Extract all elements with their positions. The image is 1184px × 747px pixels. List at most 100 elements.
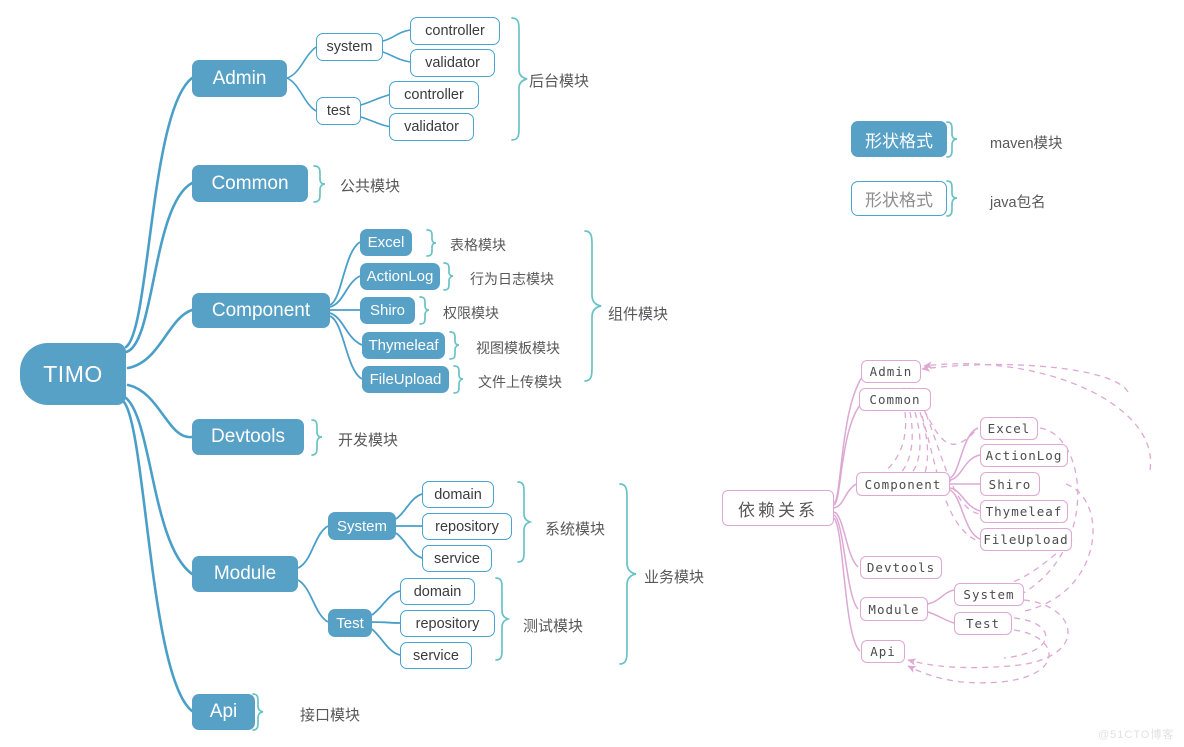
annotation-test: 测试模块	[523, 615, 583, 636]
dependency-node-common-label: Common	[869, 392, 921, 407]
annotation-api: 接口模块	[300, 704, 360, 725]
dependency-node-fileupload[interactable]: FileUpload	[980, 528, 1072, 551]
package-node-admin-system-controller-label: controller	[425, 23, 485, 39]
root-node-timo[interactable]: TIMO	[20, 343, 126, 405]
annotation-actionlog-text: 行为日志模块	[470, 271, 554, 287]
branch-node-component-fileupload-label: FileUpload	[369, 371, 442, 388]
branch-node-admin-label: Admin	[212, 67, 267, 89]
branch-node-module-test[interactable]: Test	[328, 609, 372, 637]
package-node-admin-test-label: test	[326, 103, 351, 119]
branch-node-component-shiro[interactable]: Shiro	[360, 297, 415, 324]
annotation-fileupload: 文件上传模块	[478, 372, 562, 392]
package-node-system-service[interactable]: service	[422, 545, 492, 572]
branch-node-devtools[interactable]: Devtools	[192, 419, 304, 455]
package-node-test-service-label: service	[413, 647, 459, 664]
package-node-admin-test-controller-label: controller	[404, 87, 464, 103]
package-node-test-repository[interactable]: repository	[400, 610, 495, 637]
annotation-actionlog: 行为日志模块	[470, 269, 554, 289]
package-node-test-repository-label: repository	[415, 615, 480, 632]
dependency-node-devtools[interactable]: Devtools	[860, 556, 942, 579]
legend-sample-maven: 形状格式	[851, 121, 947, 157]
package-node-system-repository-label: repository	[435, 518, 499, 535]
dependency-node-common[interactable]: Common	[859, 388, 931, 411]
annotation-common-text: 公共模块	[340, 178, 401, 195]
dependency-node-thymeleaf-label: Thymeleaf	[985, 504, 1063, 519]
branch-node-common[interactable]: Common	[192, 165, 308, 202]
branch-node-component-shiro-label: Shiro	[369, 302, 406, 319]
package-node-admin-system-validator[interactable]: validator	[410, 49, 495, 77]
package-node-admin-test-validator[interactable]: validator	[389, 113, 474, 141]
annotation-fileupload-text: 文件上传模块	[478, 374, 562, 390]
package-node-admin-system-label: system	[326, 39, 373, 55]
annotation-excel: 表格模块	[450, 235, 506, 255]
annotation-api-text: 接口模块	[300, 707, 361, 724]
package-node-test-domain-label: domain	[413, 583, 462, 600]
legend-label-package: java包名	[990, 191, 1046, 212]
branch-node-component-excel[interactable]: Excel	[360, 229, 412, 256]
package-node-admin-test[interactable]: test	[316, 97, 361, 125]
legend-label-package-text: java包名	[990, 195, 1046, 211]
dependency-node-test[interactable]: Test	[954, 612, 1012, 635]
annotation-system: 系统模块	[545, 518, 605, 539]
branch-node-api[interactable]: Api	[192, 694, 255, 730]
legend-label-maven-text: maven模块	[990, 136, 1063, 152]
dependency-node-api-label: Api	[870, 644, 896, 659]
dependency-node-thymeleaf[interactable]: Thymeleaf	[980, 500, 1068, 523]
annotation-module: 业务模块	[644, 566, 704, 587]
root-node-label: TIMO	[43, 360, 103, 387]
package-node-system-domain[interactable]: domain	[422, 481, 494, 508]
package-node-system-service-label: service	[434, 550, 480, 567]
dependency-node-fileupload-label: FileUpload	[983, 532, 1069, 547]
branch-node-common-label: Common	[211, 172, 289, 194]
dependency-node-module-label: Module	[868, 601, 920, 617]
component-child-lines	[329, 241, 363, 380]
dependency-node-devtools-label: Devtools	[866, 560, 936, 575]
package-node-test-service[interactable]: service	[400, 642, 472, 669]
annotation-system-text: 系统模块	[545, 521, 606, 538]
branch-node-component-actionlog[interactable]: ActionLog	[360, 263, 440, 290]
dependency-node-shiro[interactable]: Shiro	[980, 472, 1040, 496]
branch-node-devtools-label: Devtools	[211, 426, 285, 447]
dependency-node-component-label: Component	[864, 476, 942, 492]
watermark-text: @51CTO博客	[1098, 729, 1175, 741]
dependency-title: 依赖关系	[722, 490, 834, 526]
dependency-node-admin[interactable]: Admin	[861, 360, 921, 383]
branch-node-module-label: Module	[213, 563, 277, 584]
annotation-module-text: 业务模块	[644, 569, 705, 586]
package-node-admin-system[interactable]: system	[316, 33, 383, 61]
branch-node-module[interactable]: Module	[192, 556, 298, 592]
annotation-devtools: 开发模块	[338, 429, 398, 450]
package-node-test-domain[interactable]: domain	[400, 578, 475, 605]
dependency-node-excel[interactable]: Excel	[980, 417, 1038, 440]
dependency-node-shiro-label: Shiro	[988, 476, 1032, 492]
root-branch-lines	[122, 76, 194, 713]
annotation-component: 组件模块	[608, 303, 668, 324]
dependency-node-module[interactable]: Module	[860, 597, 928, 621]
branch-node-component-actionlog-label: ActionLog	[366, 268, 434, 285]
branch-node-module-system[interactable]: System	[328, 512, 396, 540]
package-node-system-domain-label: domain	[434, 486, 482, 503]
dependency-node-api[interactable]: Api	[861, 640, 905, 663]
dependency-arrows	[879, 361, 1152, 684]
annotation-excel-text: 表格模块	[450, 237, 506, 253]
package-node-admin-test-controller[interactable]: controller	[389, 81, 479, 109]
dependency-node-system[interactable]: System	[954, 583, 1024, 606]
annotation-shiro: 权限模块	[443, 303, 499, 323]
dependency-node-test-label: Test	[965, 616, 1001, 631]
annotation-common: 公共模块	[340, 175, 400, 196]
dependency-title-label: 依赖关系	[738, 500, 818, 520]
branch-node-module-system-label: System	[336, 517, 387, 535]
branch-node-admin[interactable]: Admin	[192, 60, 287, 97]
package-node-admin-test-validator-label: validator	[404, 119, 459, 135]
watermark: @51CTO博客	[1098, 726, 1174, 742]
annotation-shiro-text: 权限模块	[443, 305, 499, 321]
dependency-node-component[interactable]: Component	[856, 472, 950, 496]
package-node-admin-system-controller[interactable]: controller	[410, 17, 500, 45]
branch-node-component-thymeleaf[interactable]: Thymeleaf	[362, 332, 445, 359]
branch-node-component[interactable]: Component	[192, 293, 330, 328]
branch-node-component-fileupload[interactable]: FileUpload	[362, 366, 449, 393]
legend-label-maven: maven模块	[990, 132, 1063, 153]
dependency-node-actionlog-label: ActionLog	[985, 448, 1063, 463]
package-node-system-repository[interactable]: repository	[422, 513, 512, 540]
dependency-node-actionlog[interactable]: ActionLog	[980, 444, 1068, 467]
